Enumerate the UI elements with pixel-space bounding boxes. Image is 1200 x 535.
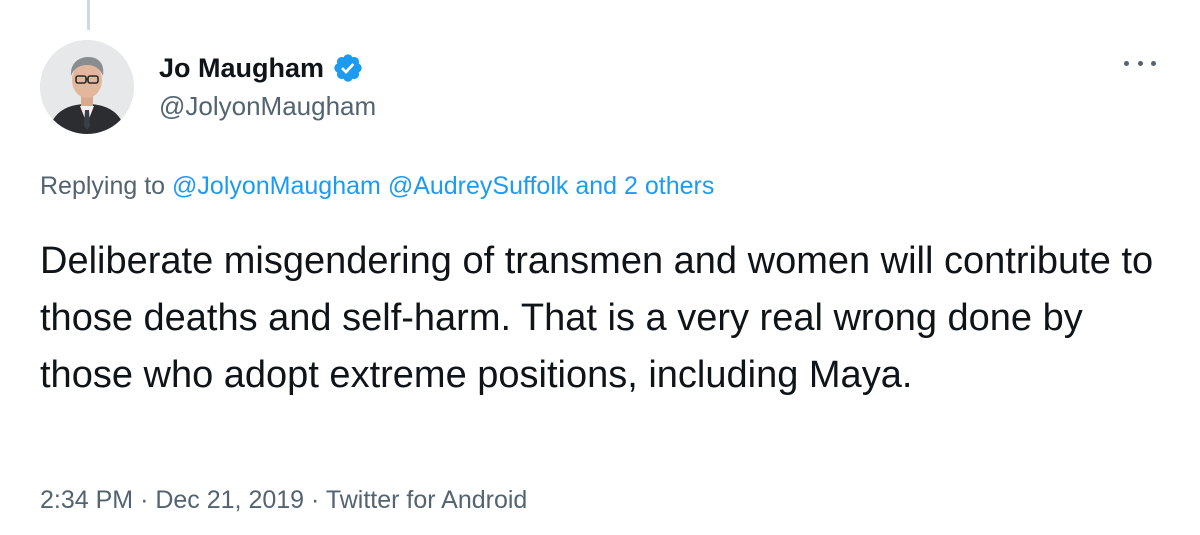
- avatar-photo: [40, 40, 134, 134]
- more-dot: [1151, 60, 1156, 66]
- more-dots-icon[interactable]: [1120, 53, 1160, 73]
- tweet-metadata: 2:34 PM · Dec 21, 2019 · Twitter for And…: [40, 484, 527, 517]
- reply-mention-audreysuffolk[interactable]: @AudreySuffolk: [388, 172, 569, 200]
- meta-separator: ·: [311, 486, 320, 514]
- reply-others-link[interactable]: and 2 others: [575, 172, 714, 200]
- meta-separator: ·: [140, 486, 149, 514]
- replying-prefix: Replying to: [40, 172, 166, 200]
- author-display-name[interactable]: Jo Maugham: [159, 54, 324, 82]
- author-name-row[interactable]: Jo Maugham: [159, 48, 364, 88]
- thread-connector-line: [87, 0, 90, 30]
- tweet-text: Deliberate misgendering of transmen and …: [40, 240, 1154, 396]
- author-handle[interactable]: @JolyonMaugham: [159, 91, 376, 122]
- tweet-time-link[interactable]: 2:34 PM: [40, 486, 133, 514]
- replying-to-line: Replying to @JolyonMaugham @AudreySuffol…: [40, 170, 714, 203]
- reply-mention-jolyonmaugham[interactable]: @JolyonMaugham: [172, 172, 381, 200]
- more-dot: [1124, 60, 1129, 66]
- verified-badge-icon: [332, 52, 364, 84]
- tweet-date-link[interactable]: Dec 21, 2019: [155, 486, 304, 514]
- tweet-source: Twitter for Android: [325, 486, 528, 514]
- avatar[interactable]: [40, 40, 134, 134]
- more-dot: [1137, 60, 1143, 66]
